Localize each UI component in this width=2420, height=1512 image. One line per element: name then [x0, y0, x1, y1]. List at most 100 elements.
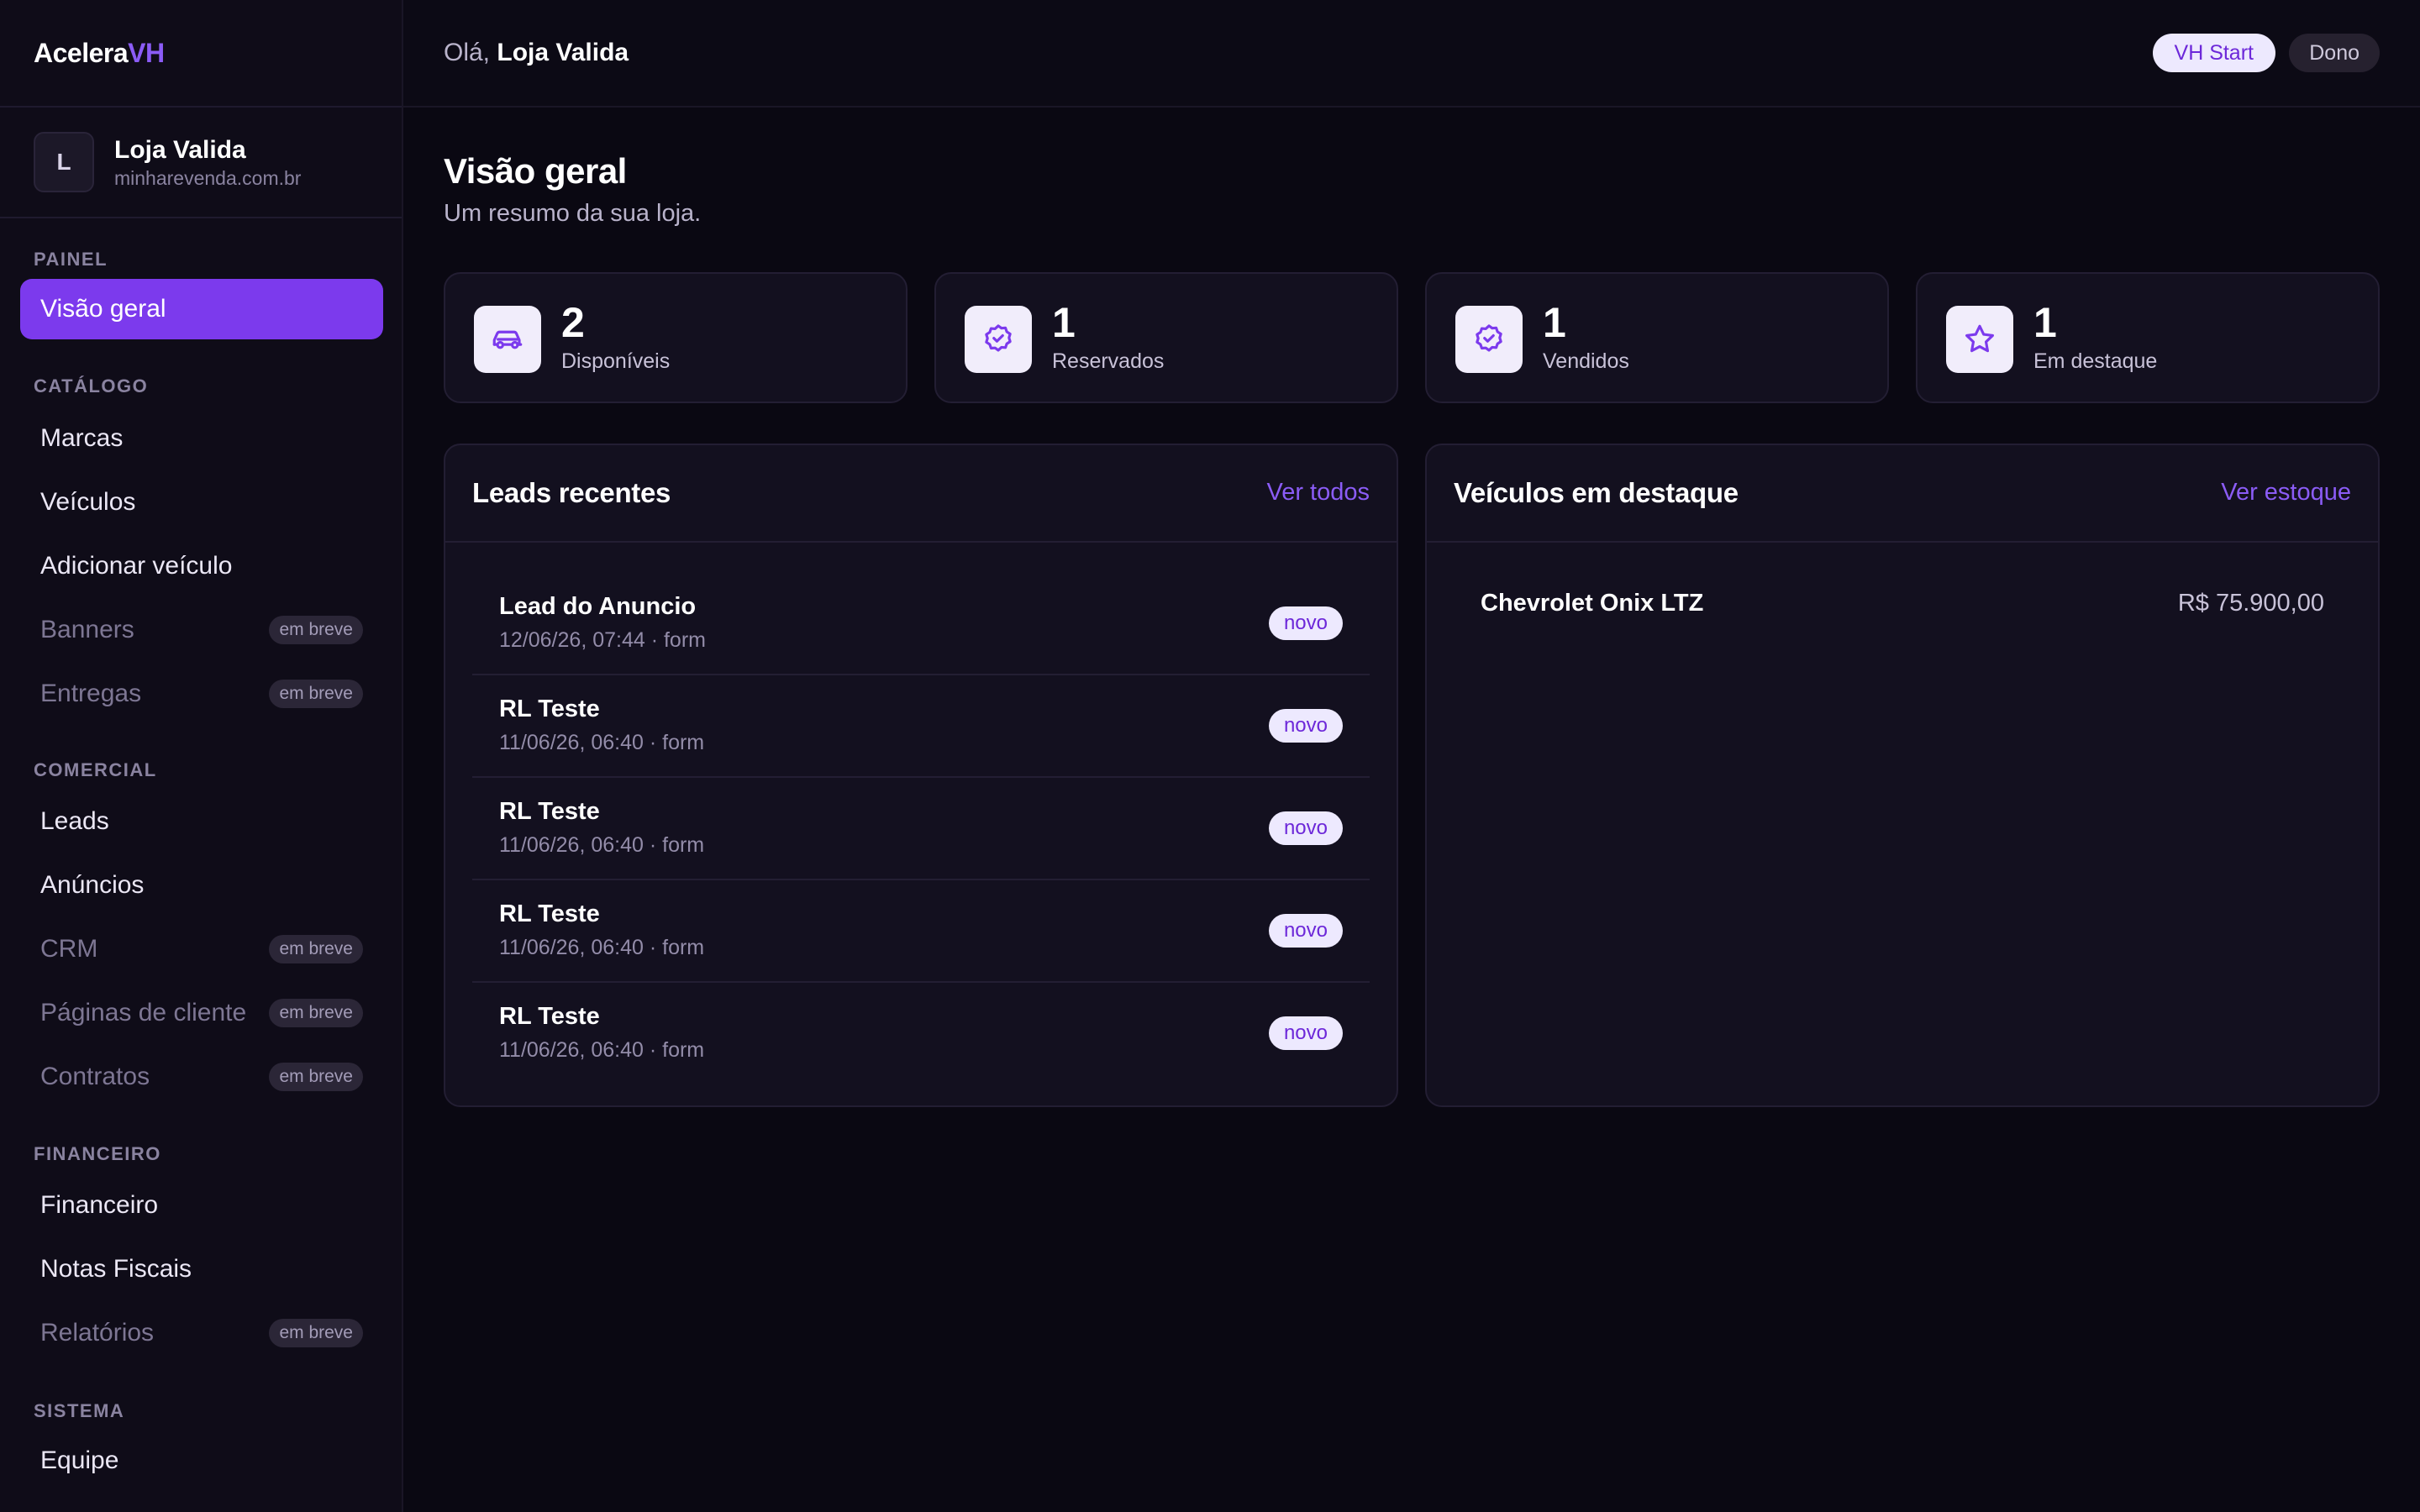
sidebar-item-notas-fiscais[interactable]: Notas Fiscais	[20, 1239, 383, 1299]
sidebar-item-label: Anúncios	[40, 871, 145, 899]
brand-name-part1: Acelera	[34, 37, 129, 68]
lead-row[interactable]: RL Teste 11/06/26, 06:40 · form novo	[472, 778, 1370, 880]
lead-meta: 11/06/26, 06:40 · form	[499, 936, 705, 959]
nav-section-sistema: SISTEMA	[34, 1400, 125, 1421]
coming-soon-badge: em breve	[269, 1319, 363, 1347]
stat-value: 2	[561, 299, 585, 346]
lead-name: RL Teste	[499, 1003, 600, 1030]
coming-soon-badge: em breve	[269, 999, 363, 1027]
stat-label: Vendidos	[1543, 349, 1629, 373]
nav-section-comercial: COMERCIAL	[34, 759, 157, 780]
stat-label: Em destaque	[2033, 349, 2158, 373]
sidebar-item-label: Equipe	[40, 1446, 119, 1474]
coming-soon-badge: em breve	[269, 616, 363, 644]
lead-meta: 12/06/26, 07:44 · form	[499, 628, 706, 652]
car-icon	[474, 306, 541, 373]
brand-name-part2: VH	[128, 37, 165, 68]
sidebar-item-contratos: Contratos em breve	[20, 1047, 383, 1107]
sidebar-item-label: Adicionar veículo	[40, 552, 233, 580]
lead-name: Lead do Anuncio	[499, 593, 697, 620]
sidebar-item-paginas-cliente: Páginas de cliente em breve	[20, 983, 383, 1043]
stat-value: 1	[2033, 299, 2057, 346]
sidebar-item-leads[interactable]: Leads	[20, 791, 383, 852]
page-title: Visão geral	[444, 151, 627, 191]
lead-status-badge: novo	[1268, 811, 1343, 845]
panel-header: Veículos em destaque Ver estoque	[1427, 445, 2378, 543]
nav-section-financeiro: FINANCEIRO	[34, 1143, 161, 1164]
lead-name: RL Teste	[499, 798, 600, 825]
sidebar-item-label: Relatórios	[40, 1319, 155, 1347]
stat-card-vendidos[interactable]: 1 Vendidos	[1425, 272, 1889, 403]
sidebar: Acelera VH L Loja Valida minharevenda.com…	[0, 0, 403, 1512]
star-icon	[1946, 306, 2013, 373]
greeting-prefix: Olá,	[444, 39, 491, 66]
page-subtitle: Um resumo da sua loja.	[444, 200, 702, 227]
lead-row[interactable]: RL Teste 11/06/26, 06:40 · form novo	[472, 983, 1370, 1085]
panel-title: Leads recentes	[472, 477, 671, 508]
sidebar-item-label: Contratos	[40, 1063, 150, 1090]
lead-meta: 11/06/26, 06:40 · form	[499, 1038, 705, 1062]
lead-status-badge: novo	[1268, 709, 1343, 743]
store-name: Loja Valida	[114, 135, 246, 164]
sidebar-item-adicionar-veiculo[interactable]: Adicionar veículo	[20, 536, 383, 596]
store-avatar: L	[34, 132, 94, 192]
panel-header: Leads recentes Ver todos	[445, 445, 1397, 543]
badge-check-icon	[965, 306, 1032, 373]
sidebar-item-equipe[interactable]: Equipe	[20, 1431, 383, 1491]
lead-name: RL Teste	[499, 900, 600, 927]
lead-meta: 11/06/26, 06:40 · form	[499, 833, 705, 857]
nav-section-catalogo: CATÁLOGO	[34, 375, 149, 396]
nav-section-painel: PAINEL	[34, 249, 108, 270]
stat-value: 1	[1543, 299, 1566, 346]
sidebar-item-banners: Banners em breve	[20, 600, 383, 660]
store-card[interactable]: L Loja Valida minharevenda.com.br	[0, 108, 402, 218]
sidebar-item-veiculos[interactable]: Veículos	[20, 472, 383, 533]
sidebar-item-visao-geral[interactable]: Visão geral	[20, 279, 383, 339]
lead-row[interactable]: Lead do Anuncio 12/06/26, 07:44 · form n…	[472, 573, 1370, 675]
lead-name: RL Teste	[499, 696, 600, 722]
sidebar-item-label: Veículos	[40, 488, 136, 516]
greeting-name: Loja Valida	[497, 39, 629, 66]
stat-value: 1	[1052, 299, 1076, 346]
brand-logo[interactable]: Acelera VH	[0, 0, 402, 108]
vehicle-price: R$ 75.900,00	[2177, 590, 2324, 617]
sidebar-item-financeiro[interactable]: Financeiro	[20, 1175, 383, 1236]
sidebar-item-entregas: Entregas em breve	[20, 664, 383, 724]
lead-row[interactable]: RL Teste 11/06/26, 06:40 · form novo	[472, 880, 1370, 983]
featured-vehicles-panel: Veículos em destaque Ver estoque Chevrol…	[1425, 444, 2380, 1107]
lead-meta: 11/06/26, 06:40 · form	[499, 731, 705, 754]
lead-row[interactable]: RL Teste 11/06/26, 06:40 · form novo	[472, 675, 1370, 778]
sidebar-item-label: Visão geral	[40, 295, 166, 323]
sidebar-item-anuncios[interactable]: Anúncios	[20, 855, 383, 916]
coming-soon-badge: em breve	[269, 1063, 363, 1091]
top-bar: Olá, Loja Valida VH Start Dono	[403, 0, 2420, 108]
sidebar-item-relatorios: Relatórios em breve	[20, 1303, 383, 1363]
sidebar-item-crm: CRM em breve	[20, 919, 383, 979]
sidebar-item-marcas[interactable]: Marcas	[20, 408, 383, 469]
view-all-leads-link[interactable]: Ver todos	[1266, 479, 1370, 507]
panel-title: Veículos em destaque	[1454, 477, 1739, 508]
store-domain: minharevenda.com.br	[114, 166, 302, 189]
coming-soon-badge: em breve	[269, 935, 363, 963]
lead-status-badge: novo	[1268, 1016, 1343, 1050]
sidebar-item-label: Financeiro	[40, 1191, 159, 1219]
greeting: Olá, Loja Valida	[444, 39, 629, 67]
plan-badge[interactable]: VH Start	[2152, 34, 2275, 72]
sidebar-item-label: CRM	[40, 935, 98, 963]
stat-card-reservados[interactable]: 1 Reservados	[934, 272, 1398, 403]
sidebar-item-label: Marcas	[40, 424, 124, 452]
lead-status-badge: novo	[1268, 914, 1343, 948]
view-stock-link[interactable]: Ver estoque	[2221, 479, 2351, 507]
sidebar-item-label: Leads	[40, 807, 109, 835]
vehicle-name: Chevrolet Onix LTZ	[1481, 590, 1704, 617]
stat-card-em-destaque[interactable]: 1 Em destaque	[1916, 272, 2380, 403]
sidebar-item-label: Entregas	[40, 680, 142, 707]
sidebar-item-label: Banners	[40, 616, 134, 643]
badge-check-icon	[1455, 306, 1523, 373]
role-badge: Dono	[2289, 34, 2380, 72]
stat-card-disponiveis[interactable]: 2 Disponíveis	[444, 272, 908, 403]
stat-label: Disponíveis	[561, 349, 671, 373]
sidebar-item-label: Notas Fiscais	[40, 1255, 192, 1283]
sidebar-item-label: Páginas de cliente	[40, 999, 247, 1026]
coming-soon-badge: em breve	[269, 680, 363, 708]
